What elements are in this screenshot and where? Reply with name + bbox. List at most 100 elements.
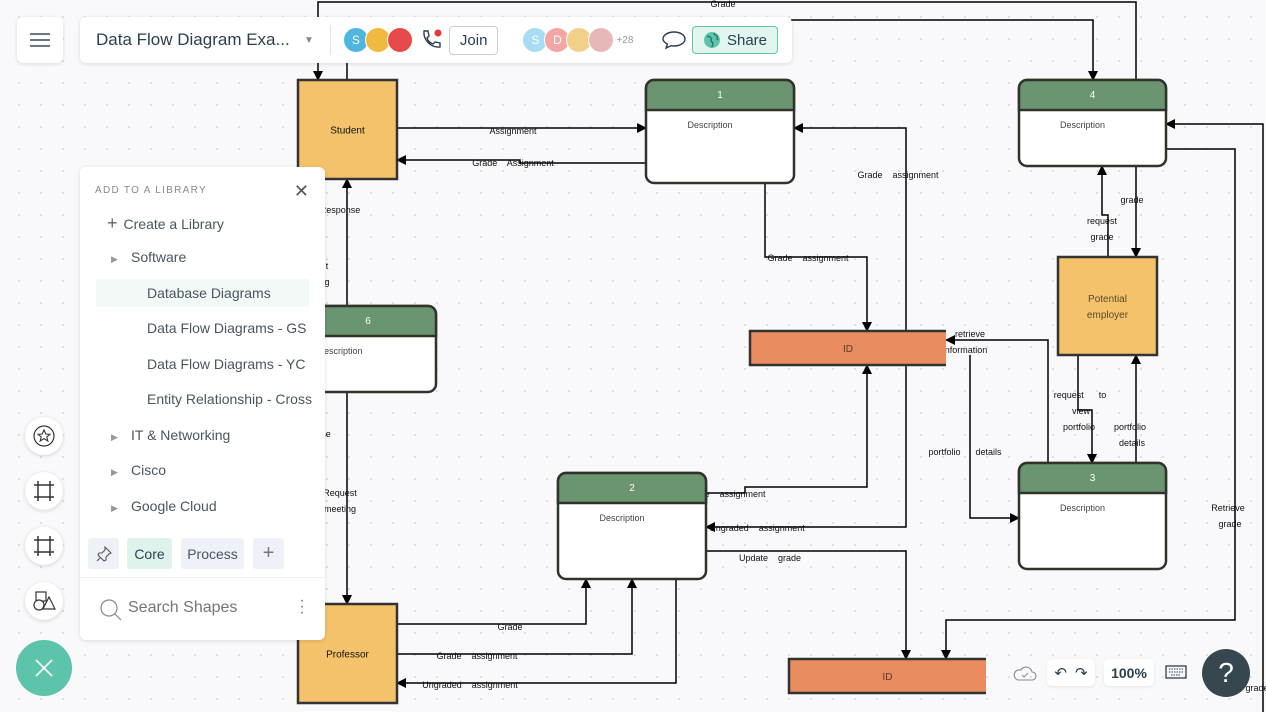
library-item[interactable]: ▶ Software (111, 249, 186, 265)
data-flow-label: grade (1218, 519, 1241, 529)
document-title[interactable]: Data Flow Diagram Exa... (96, 30, 296, 50)
process-description: Description (1060, 503, 1105, 513)
entity-label: Potential (1088, 294, 1127, 305)
data-flow-label: details (1119, 438, 1146, 448)
close-icon (35, 659, 53, 677)
search-shapes-input[interactable] (126, 598, 290, 618)
entity-label: Professor (326, 650, 369, 661)
avatar[interactable] (588, 27, 615, 53)
create-library-button[interactable]: + Create a Library (107, 213, 224, 234)
shapes-button[interactable] (25, 582, 63, 620)
process-3: 3 Description (1017, 461, 1168, 571)
data-flow-arrow[interactable] (1165, 119, 1264, 712)
undo-icon[interactable]: ↶ (1054, 664, 1067, 682)
data-flow-label: meeting (324, 504, 356, 514)
title-dropdown-icon[interactable]: ▼ (304, 35, 314, 46)
data-store-label: ID (883, 672, 893, 683)
process-number: 1 (717, 90, 723, 101)
close-icon[interactable]: ✕ (294, 181, 309, 202)
library-item-label: Software (131, 249, 187, 265)
entity-box[interactable] (1056, 255, 1159, 357)
add-tab-button[interactable]: + (253, 538, 284, 569)
frame-icon (34, 536, 54, 556)
data-flow-arrow[interactable] (396, 579, 677, 688)
process-2: 2 Description (556, 471, 708, 581)
library-item-label: Entity Relationship - Cross (147, 391, 312, 407)
data-flow-arrow[interactable] (945, 335, 1049, 463)
tab-core[interactable]: Core (127, 538, 172, 569)
data-flow-label: view (1072, 406, 1091, 416)
data-flow-label: Ungraded assignment (709, 523, 805, 533)
data-store-label: ID (843, 344, 853, 355)
call-icon[interactable] (419, 28, 443, 52)
process-number: 3 (1090, 473, 1096, 484)
data-flow-label: portfolio details (928, 447, 1002, 457)
library-item[interactable]: ▶ IT & Networking (111, 427, 230, 443)
external-entity-student: Student (296, 78, 399, 181)
search-shapes: ··· (80, 577, 325, 641)
data-flow-arrow[interactable] (706, 364, 872, 494)
data-flow-label: retrieve (955, 329, 985, 339)
search-icon (100, 599, 122, 621)
join-button[interactable]: Join (448, 25, 499, 55)
panel-heading: ADD TO A LIBRARY (95, 185, 207, 196)
library-item[interactable]: Entity Relationship - Cross (147, 391, 312, 407)
cloud-saved-icon (1013, 666, 1037, 681)
data-flow-label: information (943, 345, 988, 355)
viewer-overflow-count: +28 (616, 34, 634, 46)
data-flow-label: request (1087, 216, 1118, 226)
library-item[interactable]: Data Flow Diagrams - GS (147, 320, 306, 336)
avatar[interactable] (386, 27, 413, 53)
comment-icon[interactable] (661, 29, 687, 51)
library-item[interactable]: Database Diagrams (96, 278, 309, 307)
pin-icon (96, 545, 112, 562)
undo-redo-group: ↶ ↷ (1047, 659, 1095, 686)
data-flow-label: Request (323, 488, 357, 498)
tab-process[interactable]: Process (181, 538, 244, 569)
library-item-label: Data Flow Diagrams - YC (147, 355, 306, 372)
library-item[interactable]: Data Flow Diagrams - YC (147, 356, 305, 372)
menu-button[interactable] (17, 17, 63, 63)
data-flow-arrow[interactable] (705, 365, 907, 532)
share-button[interactable]: Share (691, 26, 778, 54)
help-button[interactable]: ? (1202, 649, 1250, 697)
create-library-label: Create a Library (123, 216, 224, 232)
divider (329, 25, 331, 55)
pin-tab[interactable] (88, 538, 119, 569)
data-flow-arrow[interactable] (397, 578, 591, 625)
library-item-label: IT & Networking (131, 426, 231, 443)
data-flow-label: g (324, 277, 329, 287)
data-flow-arrow[interactable] (969, 355, 1020, 523)
frame-button-2[interactable] (25, 527, 63, 565)
stickers-button[interactable] (25, 417, 63, 455)
entity-label: employer (1087, 310, 1129, 321)
library-item[interactable]: ▶ Google Cloud (111, 498, 217, 514)
data-flow-arrow[interactable] (397, 578, 637, 655)
library-item[interactable]: ▶ Cisco (111, 462, 166, 478)
frame-icon (34, 481, 54, 501)
data-flow-label: grade (1245, 683, 1266, 693)
data-flow-label: Grade assignment (436, 651, 518, 661)
data-flow-arrow[interactable] (1097, 165, 1109, 257)
data-flow-label: Update grade (739, 553, 801, 563)
process-description: Description (599, 513, 644, 523)
process-number: 6 (365, 316, 371, 327)
star-sticker-icon (33, 425, 55, 447)
data-flow-arrow[interactable] (793, 123, 907, 331)
library-item-label: Database Diagrams (147, 284, 271, 301)
redo-icon[interactable]: ↷ (1075, 664, 1088, 682)
zoom-level[interactable]: 100% (1104, 659, 1154, 686)
data-flow-label: Ungraded assignment (422, 680, 518, 690)
process-description: Description (1060, 120, 1105, 130)
data-flow-label: portfolio (1114, 422, 1146, 432)
hamburger-icon (30, 33, 50, 47)
frame-button[interactable] (25, 472, 63, 510)
shapes-icon (33, 591, 56, 611)
data-flow-arrow[interactable] (706, 550, 911, 660)
data-flow-label: Grade assignment (767, 253, 849, 263)
data-flow-label: Grade assignment (857, 170, 939, 180)
keyboard-icon[interactable] (1165, 665, 1187, 679)
more-options-icon[interactable]: · · · (299, 593, 305, 621)
close-fab-button[interactable] (16, 640, 72, 696)
library-item-label: Data Flow Diagrams - GS (147, 320, 307, 336)
